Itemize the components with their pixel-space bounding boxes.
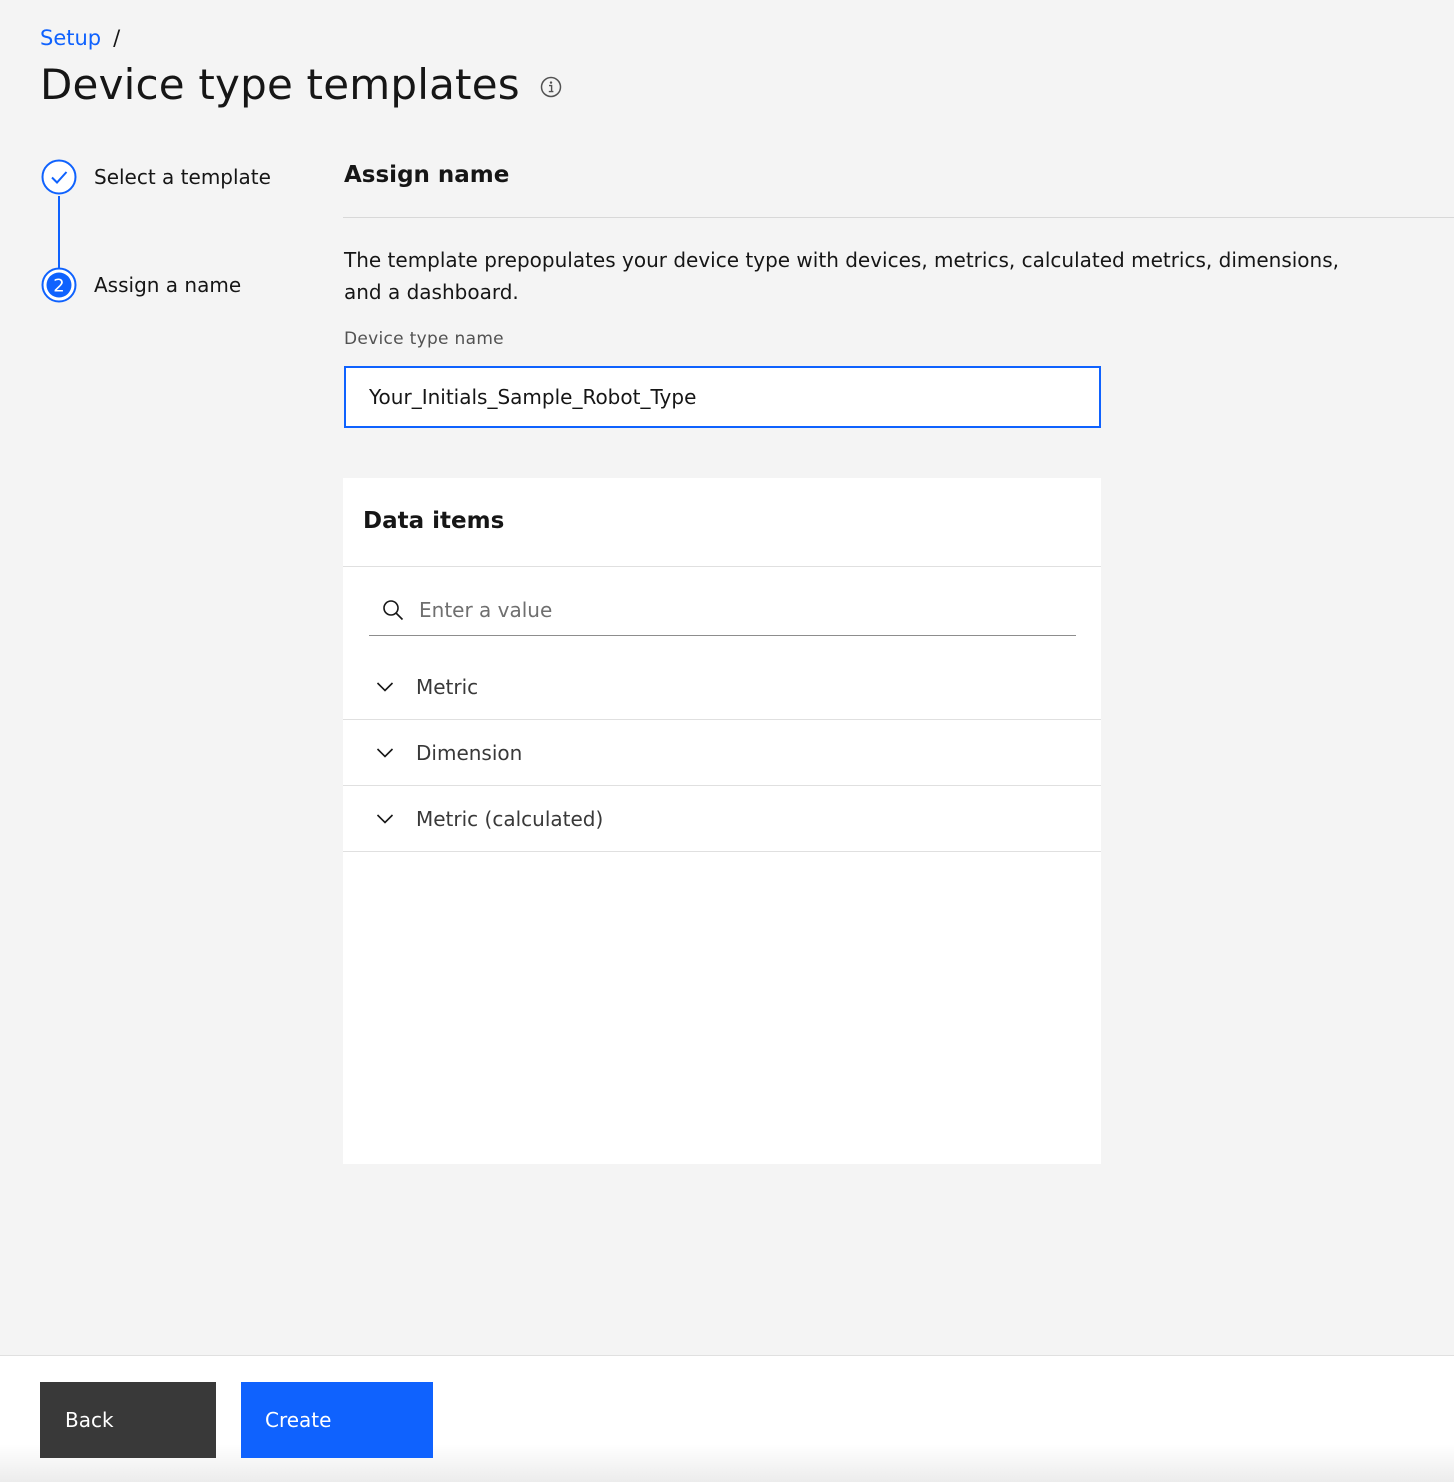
accordion-item-dimension[interactable]: Dimension xyxy=(343,720,1101,786)
step-number: 2 xyxy=(53,276,64,297)
device-type-name-input[interactable] xyxy=(344,366,1101,428)
device-type-name-label: Device type name xyxy=(344,329,504,349)
data-items-panel: Data items Metric Dimension M xyxy=(343,478,1101,1164)
page-title-row: Device type templates xyxy=(40,60,562,109)
back-button[interactable]: Back xyxy=(40,1382,216,1458)
chevron-down-icon xyxy=(375,809,395,829)
description-text: The template prepopulates your device ty… xyxy=(344,248,1339,304)
accordion-label: Dimension xyxy=(416,740,523,765)
search-icon xyxy=(381,598,405,622)
chevron-down-icon xyxy=(375,677,395,697)
step-assign-name[interactable]: 2 Assign a name xyxy=(40,266,241,304)
data-items-title: Data items xyxy=(363,508,505,534)
step-select-template[interactable]: Select a template xyxy=(40,158,271,196)
accordion-item-metric-calculated[interactable]: Metric (calculated) xyxy=(343,786,1101,852)
check-circle-icon xyxy=(40,158,78,196)
chevron-down-icon xyxy=(375,743,395,763)
breadcrumb: Setup / xyxy=(40,26,120,50)
step-label: Assign a name xyxy=(94,273,242,297)
accordion-item-metric[interactable]: Metric xyxy=(343,654,1101,720)
accordion-label: Metric (calculated) xyxy=(416,806,604,831)
step-label: Select a template xyxy=(94,165,271,189)
step-connector xyxy=(58,196,60,268)
breadcrumb-link-setup[interactable]: Setup xyxy=(40,26,101,50)
info-icon[interactable] xyxy=(540,76,562,98)
search-field xyxy=(369,584,1076,636)
section-title: Assign name xyxy=(344,162,510,188)
accordion-label: Metric xyxy=(416,674,479,699)
step-number-icon: 2 xyxy=(40,266,78,304)
search-input[interactable] xyxy=(419,597,1059,622)
section-divider xyxy=(343,217,1454,218)
panel-divider xyxy=(343,566,1101,567)
breadcrumb-separator: / xyxy=(113,26,121,50)
footer-actions: Back Create xyxy=(0,1355,1454,1482)
create-button[interactable]: Create xyxy=(241,1382,433,1458)
data-items-accordion: Metric Dimension Metric (calculated) xyxy=(343,654,1101,852)
page-title: Device type templates xyxy=(40,60,520,109)
